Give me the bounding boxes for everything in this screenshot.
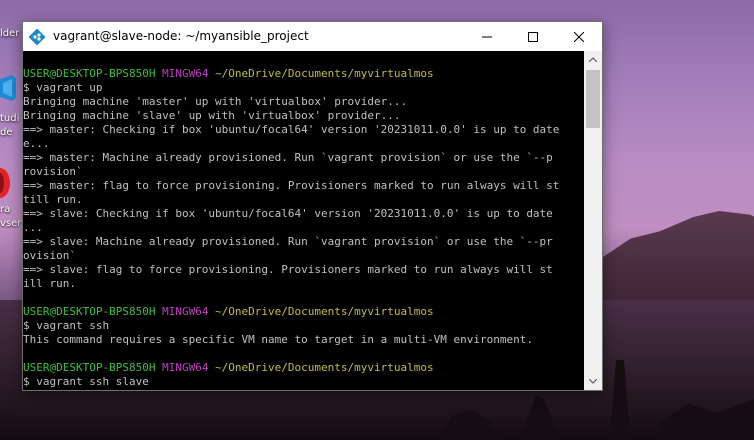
desktop-icon-label: vser bbox=[0, 218, 22, 229]
desktop-icon-label: lder bbox=[0, 28, 20, 39]
desktop-icon-label: de bbox=[0, 127, 13, 138]
scroll-thumb[interactable] bbox=[586, 70, 600, 128]
terminal-output-line: ==> slave: Checking if box 'ubuntu/focal… bbox=[23, 207, 553, 220]
minimize-button[interactable] bbox=[464, 22, 510, 51]
prompt-host: MINGW64 bbox=[162, 67, 209, 80]
maximize-icon bbox=[528, 31, 538, 42]
chevron-up-icon bbox=[589, 57, 597, 62]
opera-browser-icon bbox=[0, 168, 10, 198]
desktop-icon-label: tudi bbox=[0, 113, 20, 124]
terminal-prompt-line: USER@DESKTOP-BPS850H MINGW64 ~/OneDrive/… bbox=[23, 361, 584, 375]
prompt-host: MINGW64 bbox=[162, 361, 209, 374]
title-bar[interactable]: vagrant@slave-node: ~/myansible_project bbox=[23, 22, 602, 51]
prompt-user: USER@DESKTOP-BPS850H bbox=[23, 305, 156, 318]
prompt-user: USER@DESKTOP-BPS850H bbox=[23, 361, 156, 374]
terminal-output-line: ==> slave: Machine already provisioned. … bbox=[23, 235, 553, 248]
minimize-icon bbox=[482, 36, 492, 37]
terminal-output-line: rovision` bbox=[23, 165, 83, 178]
prompt-user: USER@DESKTOP-BPS850H bbox=[23, 67, 156, 80]
terminal-output-line: This command requires a specific VM name… bbox=[23, 333, 533, 346]
terminal-output-line: ill run. bbox=[23, 277, 76, 290]
terminal-output-line: ... bbox=[23, 221, 43, 234]
terminal-output-line: ==> slave: flag to force provisioning. P… bbox=[23, 263, 553, 276]
terminal-output-line: ==> master: Checking if box 'ubuntu/foca… bbox=[23, 123, 560, 136]
prompt-path: ~/OneDrive/Documents/myvirtualmos bbox=[215, 67, 434, 80]
terminal-prompt-line: USER@DESKTOP-BPS850H MINGW64 ~/OneDrive/… bbox=[23, 67, 584, 81]
git-bash-icon bbox=[29, 29, 45, 45]
terminal-prompt-line: USER@DESKTOP-BPS850H MINGW64 ~/OneDrive/… bbox=[23, 305, 584, 319]
terminal-output[interactable]: USER@DESKTOP-BPS850H MINGW64 ~/OneDrive/… bbox=[23, 51, 584, 390]
terminal-window[interactable]: vagrant@slave-node: ~/myansible_project … bbox=[22, 21, 603, 391]
scroll-up-button[interactable] bbox=[584, 51, 602, 68]
terminal-output-line: ==> master: flag to force provisioning. … bbox=[23, 179, 560, 192]
close-icon bbox=[574, 31, 584, 42]
terminal-output-line: Bringing machine 'master' up with 'virtu… bbox=[23, 95, 408, 108]
terminal-output-line: e... bbox=[23, 137, 50, 150]
terminal-output-line: $ vagrant ssh slave bbox=[23, 375, 149, 388]
window-title: vagrant@slave-node: ~/myansible_project bbox=[53, 29, 309, 43]
vertical-scrollbar[interactable] bbox=[584, 51, 602, 390]
desktop-icon-label: ra bbox=[0, 204, 11, 215]
prompt-host: MINGW64 bbox=[162, 305, 209, 318]
prompt-path: ~/OneDrive/Documents/myvirtualmos bbox=[215, 361, 434, 374]
terminal-output-line: ovision` bbox=[23, 249, 76, 262]
chevron-down-icon bbox=[589, 379, 597, 384]
vscode-icon bbox=[0, 75, 16, 101]
maximize-button[interactable] bbox=[510, 22, 556, 51]
terminal-output-line: till run. bbox=[23, 193, 83, 206]
terminal-output-line: $ vagrant ssh bbox=[23, 319, 110, 332]
close-button[interactable] bbox=[556, 22, 602, 51]
terminal-output-line: Bringing machine 'slave' up with 'virtua… bbox=[23, 109, 401, 122]
scroll-down-button[interactable] bbox=[584, 373, 602, 390]
terminal-output-line: $ vagrant up bbox=[23, 81, 103, 94]
terminal-output-line: ==> master: Machine already provisioned.… bbox=[23, 151, 553, 164]
prompt-path: ~/OneDrive/Documents/myvirtualmos bbox=[215, 305, 434, 318]
